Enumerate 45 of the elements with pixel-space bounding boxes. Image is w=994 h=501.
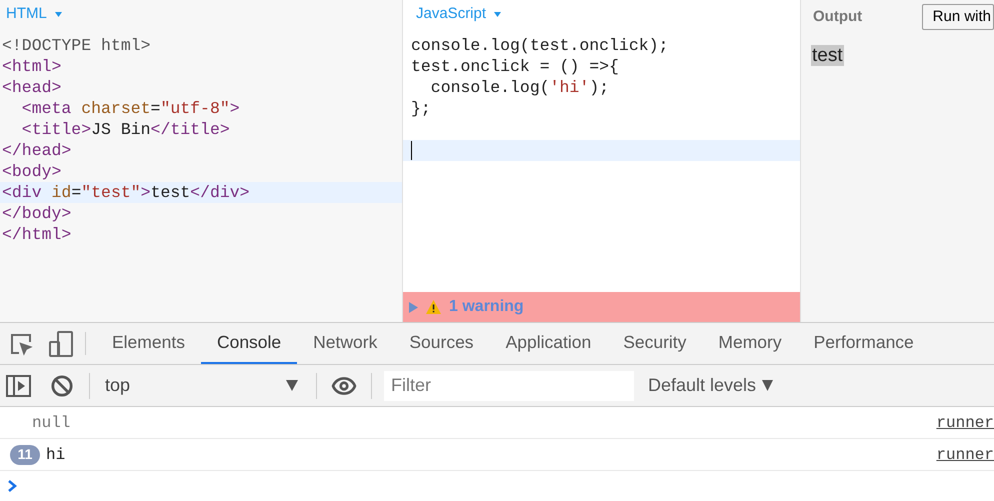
devtools-tab[interactable]: Application (490, 323, 608, 364)
expand-triangle-icon (409, 302, 418, 312)
dropdown-arrow-icon (286, 380, 298, 391)
warning-icon (426, 300, 441, 314)
clear-console-icon[interactable] (51, 374, 73, 396)
code-line: test.onclick = () =>{ (410, 56, 620, 77)
devtools-tab[interactable]: Memory (702, 323, 798, 364)
code-line: </body> (1, 203, 72, 224)
run-button[interactable]: Run with (922, 4, 994, 30)
filter-field[interactable]: Filter (384, 370, 634, 400)
source-link[interactable]: runner (936, 410, 994, 434)
devtools-tab[interactable]: Network (297, 323, 394, 364)
output-text: test (811, 45, 844, 66)
repeat-count-badge: 11 (10, 444, 40, 464)
log-levels-dropdown[interactable]: Default levels (648, 372, 774, 399)
console-message: hi (46, 444, 66, 466)
caret-icon (54, 12, 62, 16)
caret-icon (494, 12, 502, 16)
code-line: <!DOCTYPE html> (1, 35, 152, 56)
prompt-chevron-icon (8, 480, 17, 492)
code-line: console.log('hi'); (430, 77, 610, 98)
devtools-tab[interactable]: Sources (393, 323, 490, 364)
sidebar-toggle-icon[interactable] (6, 374, 31, 396)
console-message: null (32, 412, 70, 434)
devtools-tab[interactable]: Security (607, 323, 702, 364)
code-line: console.log(test.onclick); (410, 35, 670, 56)
code-line: </html> (1, 224, 72, 245)
device-toolbar-icon[interactable] (49, 330, 73, 356)
text-cursor (411, 141, 412, 160)
devtools-tab[interactable]: Performance (798, 323, 930, 364)
code-line: <head> (1, 77, 62, 98)
output-title: Output (813, 6, 862, 27)
inspect-element-icon[interactable] (9, 332, 33, 356)
source-link[interactable]: runner (936, 442, 994, 466)
context-selector[interactable]: top (90, 372, 302, 399)
devtools-tab[interactable]: Elements (96, 323, 201, 364)
code-line: <title>JS Bin</title> (20, 119, 231, 140)
code-line: <body> (1, 161, 62, 182)
code-line: <meta charset="utf-8"> (20, 98, 241, 119)
warning-count: 1 warning (449, 297, 524, 317)
code-line: <html> (1, 56, 62, 77)
code-line: </head> (1, 140, 72, 161)
code-line: }; (410, 98, 432, 119)
panel-language-dropdown[interactable]: JavaScript (416, 0, 502, 28)
dropdown-arrow-icon (762, 380, 774, 391)
